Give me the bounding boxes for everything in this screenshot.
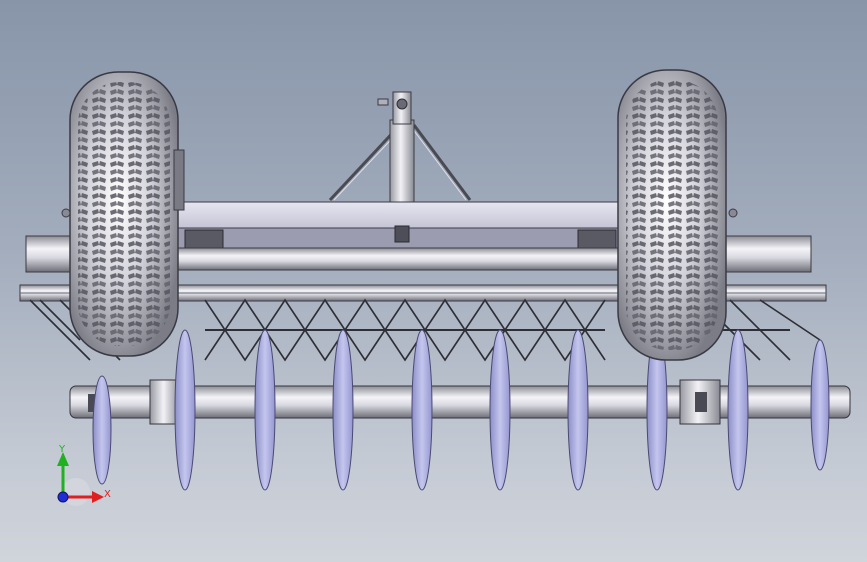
x-axis-label: X (104, 489, 111, 500)
cad-viewport[interactable]: Y X (0, 0, 867, 562)
z-axis-dot-icon (57, 491, 69, 503)
axis-triad: Y X (57, 444, 111, 506)
x-axis-arrow-icon (92, 491, 104, 503)
y-axis-label: Y (58, 444, 66, 455)
triad-base (62, 478, 90, 506)
